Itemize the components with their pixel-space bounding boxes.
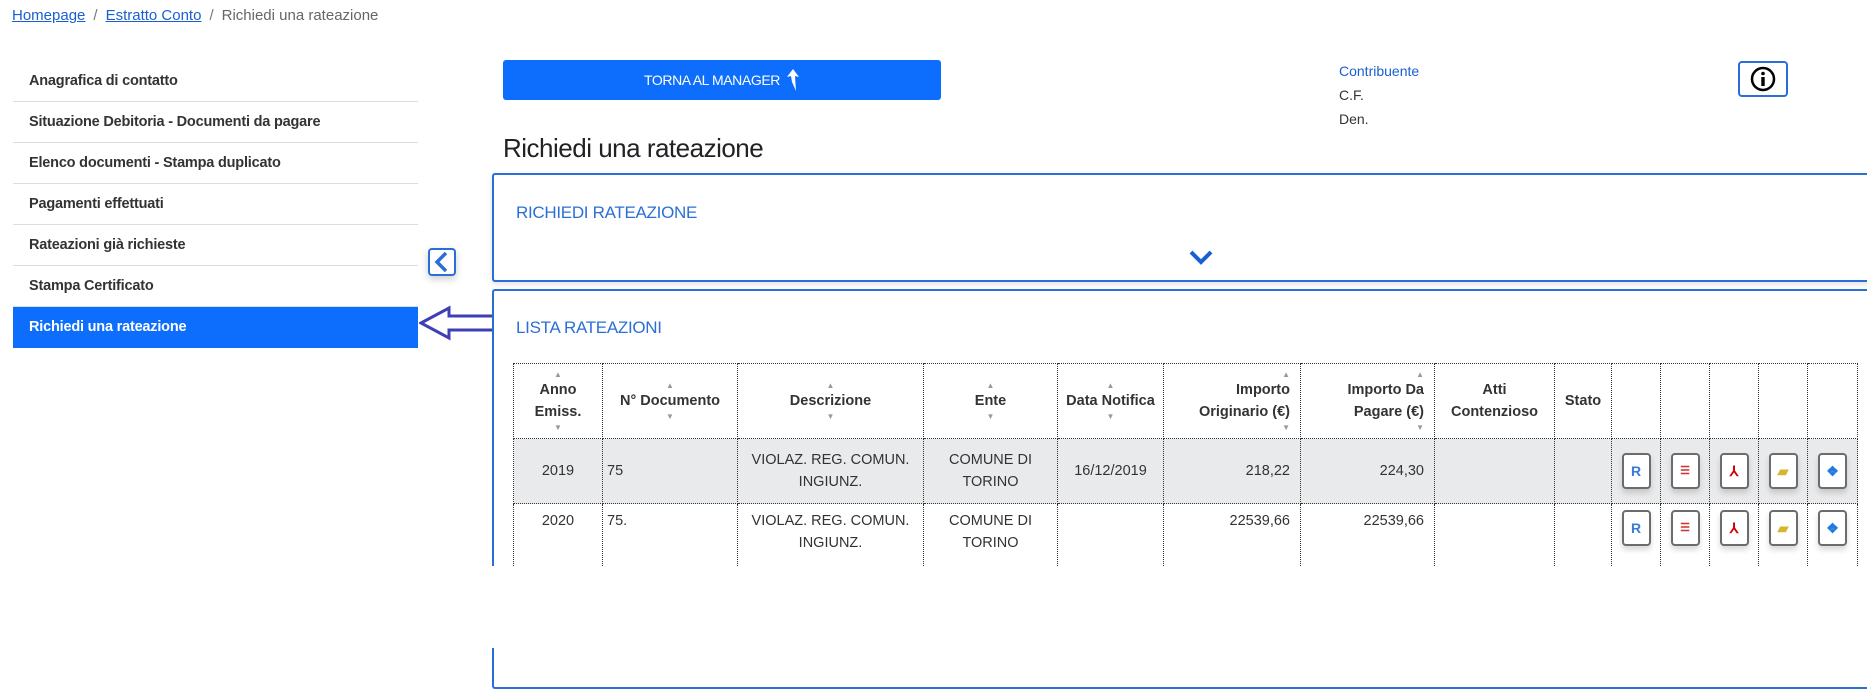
cart-r-icon[interactable]: R (1621, 510, 1651, 546)
breadcrumb: Homepage / Estratto Conto / Richiedi una rat… (12, 7, 378, 24)
breadcrumb-current: Richiedi una rateazione (221, 7, 379, 24)
cell-anno: 2019 (513, 438, 603, 504)
document-icon[interactable]: ☰ (1670, 453, 1700, 489)
sidebar-item-pagamenti[interactable]: Pagamenti effettuati (13, 184, 418, 225)
col-ente[interactable]: ▲ Ente ▼ (923, 363, 1058, 439)
cell-descrizione: VIOLAZ. REG. COMUN. INGIUNZ. (737, 503, 924, 574)
col-documento[interactable]: ▲ N° Documento ▼ (602, 363, 738, 439)
breadcrumb-homepage[interactable]: Homepage (12, 7, 85, 24)
panel-title: RICHIEDI RATEAZIONE (516, 203, 698, 222)
col-descrizione[interactable]: ▲ Descrizione ▼ (737, 363, 924, 439)
cell-ente: COMUNE DI TORINO (923, 438, 1058, 504)
sidebar: Anagrafica di contatto Situazione Debito… (13, 61, 418, 348)
folder-icon[interactable]: ▰ (1768, 453, 1798, 489)
breadcrumb-separator: / (93, 7, 98, 24)
richiedi-rateazione-panel: RICHIEDI RATEAZIONE (492, 173, 1867, 282)
cell-data: 16/12/2019 (1057, 438, 1164, 504)
contribuente-label: Contribuente (1339, 63, 1420, 79)
rateazioni-table: ▲ Anno Emiss. ▼ ▲ N° Documento ▼ ▲ Descrizion… (513, 363, 1858, 574)
cart-r-icon[interactable]: R (1621, 453, 1651, 489)
pdf-icon[interactable]: ⅄ (1719, 510, 1749, 546)
cell-originario: 218,22 (1163, 438, 1301, 504)
cell-originario: 22539,66 (1163, 503, 1301, 574)
collapse-sidebar-button[interactable] (428, 248, 456, 276)
chevron-down-icon[interactable] (1188, 249, 1214, 267)
table-header-row: ▲ Anno Emiss. ▼ ▲ N° Documento ▼ ▲ Descrizion… (513, 363, 1858, 439)
cell-atti (1434, 503, 1555, 574)
folder-icon[interactable]: ▰ (1768, 510, 1798, 546)
cell-stato (1554, 438, 1612, 504)
cell-anno: 2020 (513, 503, 603, 574)
col-atti-contenzioso: Atti Contenzioso (1434, 363, 1555, 439)
sidebar-item-situazione-debitoria[interactable]: Situazione Debitoria - Documenti da paga… (13, 102, 418, 143)
cell-documento: 75. (602, 503, 738, 574)
torna-al-manager-button[interactable]: TORNA AL MANAGER (503, 60, 941, 100)
table-row: 2020 75. VIOLAZ. REG. COMUN. INGIUNZ. CO… (513, 503, 1858, 574)
info-icon (1750, 66, 1776, 92)
cell-da-pagare: 22539,66 (1300, 503, 1435, 574)
sidebar-item-anagrafica[interactable]: Anagrafica di contatto (13, 61, 418, 102)
breadcrumb-estratto-conto[interactable]: Estratto Conto (106, 7, 202, 24)
den-label: Den. (1339, 111, 1369, 127)
document-icon[interactable]: ☰ (1670, 510, 1700, 546)
page-bottom-area (0, 566, 1867, 648)
col-stato: Stato (1554, 363, 1612, 439)
cell-da-pagare: 224,30 (1300, 438, 1435, 504)
sidebar-item-richiedi-rateazione[interactable]: Richiedi una rateazione (13, 307, 418, 348)
cf-label: C.F. (1339, 87, 1364, 103)
col-importo-originario[interactable]: ▲ Importo Originario (€) ▼ (1163, 363, 1301, 439)
sidebar-item-rateazioni-richieste[interactable]: Rateazioni già richieste (13, 225, 418, 266)
breadcrumb-separator: / (209, 7, 214, 24)
col-anno[interactable]: ▲ Anno Emiss. ▼ (513, 363, 603, 439)
torna-label: TORNA AL MANAGER (644, 72, 780, 88)
cell-ente: COMUNE DI TORINO (923, 503, 1058, 574)
col-importo-da-pagare[interactable]: ▲ Importo Da Pagare (€) ▼ (1300, 363, 1435, 439)
cell-atti (1434, 438, 1555, 504)
cell-documento: 75 (602, 438, 738, 504)
col-data-notifica[interactable]: ▲ Data Notifica ▼ (1057, 363, 1164, 439)
info-button[interactable] (1738, 61, 1788, 97)
handshake-icon[interactable]: ❖ (1818, 510, 1847, 546)
cell-stato (1554, 503, 1612, 574)
arrow-up-icon (786, 69, 799, 91)
handshake-icon[interactable]: ❖ (1818, 453, 1847, 489)
chevron-left-icon (434, 251, 448, 273)
cell-data (1057, 503, 1164, 574)
cell-descrizione: VIOLAZ. REG. COMUN. INGIUNZ. (737, 438, 924, 504)
pdf-icon[interactable]: ⅄ (1719, 453, 1749, 489)
page-title: Richiedi una rateazione (503, 133, 764, 163)
contribuente-info: Contribuente C.F. Den. (1339, 59, 1419, 131)
panel-title: LISTA RATEAZIONI (516, 318, 662, 337)
sidebar-item-elenco-documenti[interactable]: Elenco documenti - Stampa duplicato (13, 143, 418, 184)
sidebar-item-stampa-certificato[interactable]: Stampa Certificato (13, 266, 418, 307)
table-row: 2019 75 VIOLAZ. REG. COMUN. INGIUNZ. COM… (513, 438, 1858, 504)
